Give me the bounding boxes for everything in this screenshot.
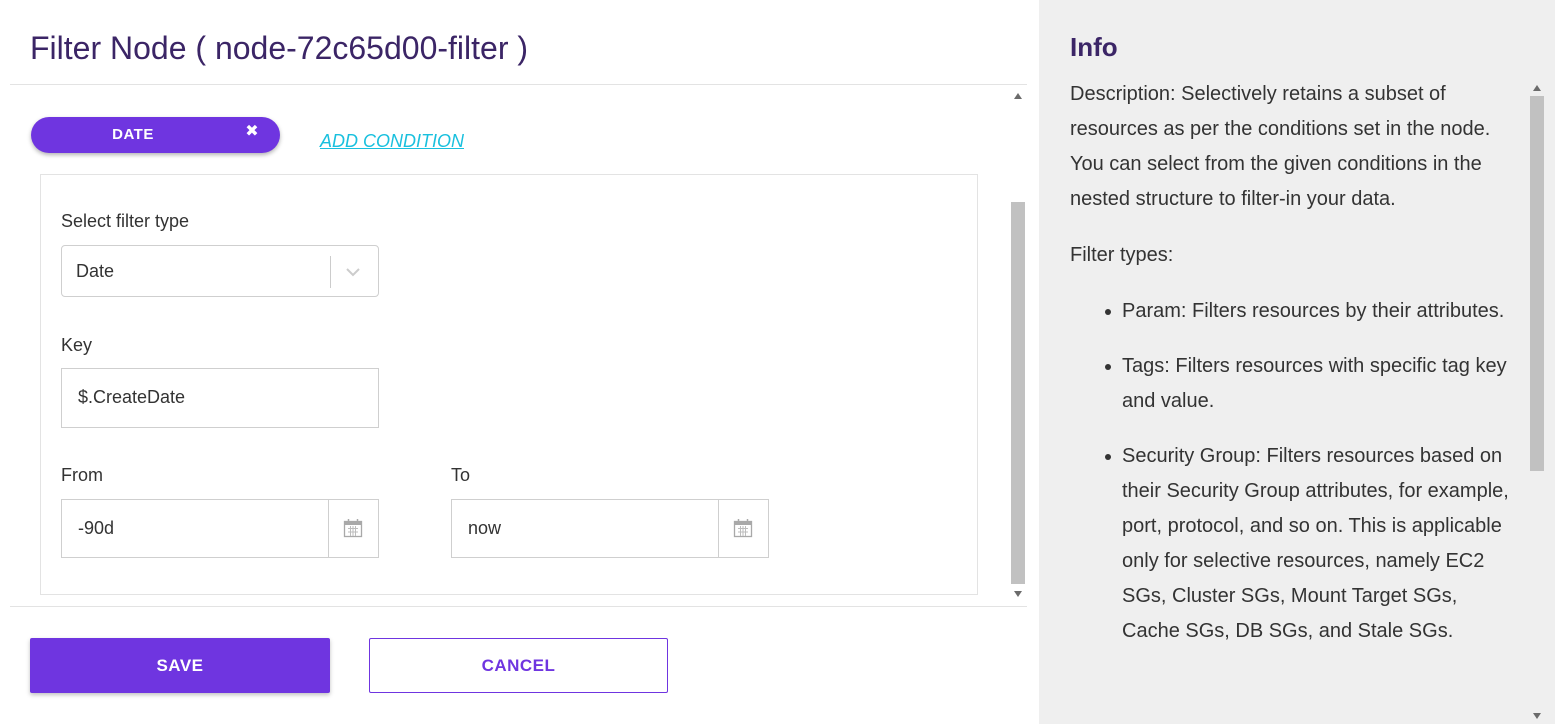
to-label: To — [451, 465, 471, 485]
filter-type-select[interactable]: Date — [61, 245, 379, 297]
key-input[interactable]: $.CreateDate — [61, 368, 379, 428]
cancel-button[interactable]: CANCEL — [369, 638, 668, 693]
list-item: Param: Filters resources by their attrib… — [1105, 294, 1520, 329]
condition-chip-label: DATE — [112, 126, 154, 143]
to-calendar-button[interactable] — [718, 500, 768, 558]
from-date-input[interactable]: -90d — [61, 499, 379, 558]
scroll-up-arrow-icon[interactable] — [1533, 85, 1541, 91]
calendar-icon — [733, 519, 753, 538]
close-icon[interactable]: ✖ — [241, 121, 263, 143]
condition-chip-date[interactable]: DATE ✖ — [31, 117, 280, 153]
info-title: Info — [1070, 32, 1118, 62]
info-panel: Info Description: Selectively retains a … — [1039, 0, 1555, 724]
from-label: From — [61, 465, 103, 485]
chevron-down-icon[interactable] — [343, 262, 363, 282]
scroll-down-arrow-icon[interactable] — [1014, 591, 1022, 597]
info-description: Description: Selectively retains a subse… — [1070, 83, 1491, 210]
calendar-icon — [343, 519, 363, 538]
list-item: Tags: Filters resources with specific ta… — [1105, 349, 1520, 419]
filter-node-editor: Filter Node ( node-72c65d00-filter ) DAT… — [0, 0, 1039, 724]
from-value: -90d — [78, 518, 115, 538]
footer-divider — [10, 606, 1027, 607]
select-separator — [330, 256, 331, 288]
filter-type-label: Select filter type — [61, 211, 190, 231]
info-body: Description: Selectively retains a subse… — [1070, 77, 1520, 669]
filter-type-value: Date — [76, 261, 115, 281]
scrollbar-thumb[interactable] — [1011, 202, 1025, 584]
scroll-up-arrow-icon[interactable] — [1014, 93, 1022, 99]
add-condition-link[interactable]: ADD CONDITION — [320, 131, 464, 152]
key-value: $.CreateDate — [78, 387, 186, 407]
scroll-down-arrow-icon[interactable] — [1533, 713, 1541, 719]
filter-types-heading: Filter types: — [1070, 244, 1174, 266]
info-scrollbar[interactable] — [1529, 85, 1545, 724]
list-item: Security Group: Filters resources based … — [1105, 439, 1520, 649]
to-date-input[interactable]: now — [451, 499, 769, 558]
condition-panel: Select filter type Date Key $.CreateDate… — [40, 174, 978, 595]
filter-types-list: Param: Filters resources by their attrib… — [1105, 294, 1520, 649]
to-value: now — [468, 518, 502, 538]
scrollbar-thumb[interactable] — [1530, 96, 1544, 471]
page-title: Filter Node ( node-72c65d00-filter ) — [30, 30, 529, 66]
save-button[interactable]: SAVE — [30, 638, 330, 693]
conditions-scroll-area: DATE ✖ ADD CONDITION Select filter type … — [10, 85, 1027, 605]
key-label: Key — [61, 335, 93, 355]
from-calendar-button[interactable] — [328, 500, 378, 558]
conditions-scrollbar[interactable] — [1010, 87, 1026, 605]
